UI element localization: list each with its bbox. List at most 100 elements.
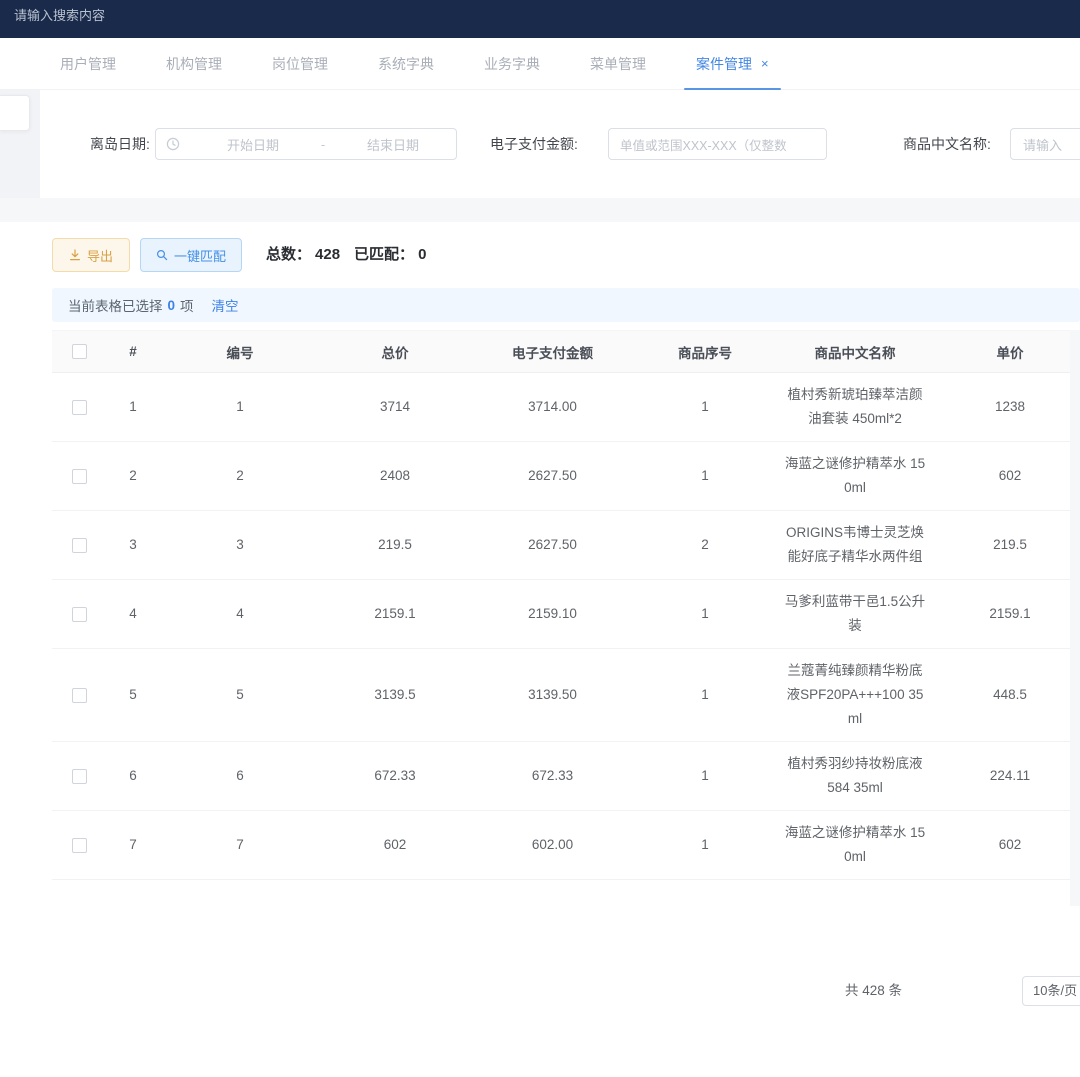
case-table: # 编号 总价 电子支付金额 商品序号 商品中文名称 单价 1 1 3714 3… [52,330,1080,906]
table-right-scroll-strip[interactable] [1070,330,1080,906]
cell-epay-amount: 2627.50 [470,511,635,580]
cell-epay-amount: 2627.50 [470,442,635,511]
cell-code: 7 [160,811,320,880]
end-date-placeholder[interactable]: 结束日期 [330,135,456,154]
tab-bar: 用户管理 机构管理 岗位管理 系统字典 业务字典 菜单管理 案件管理 × [0,38,1080,90]
cell-product-seq: 1 [635,442,775,511]
tab-org-management[interactable]: 机构管理 [166,38,222,90]
cell-epay-amount: 672.33 [470,742,635,811]
clear-selection-link[interactable]: 清空 [212,295,239,315]
cell-product-seq: 1 [635,649,775,742]
col-product-seq: 商品序号 [635,331,775,373]
row-checkbox[interactable] [72,400,87,415]
cell-product-name: 海蓝之谜修护精萃水 150ml [775,442,935,511]
start-date-placeholder[interactable]: 开始日期 [190,135,316,154]
cell-product-name: ORIGINS韦博士灵芝焕能好底子精华水两件组 [775,511,935,580]
col-index: # [106,331,160,373]
cell-product-name: 兰蔻菁纯臻颜精华粉底液SPF20PA+++100 35ml [775,649,935,742]
collapsed-side-panel[interactable] [0,95,30,131]
product-name-filter-label: 商品中文名称: [903,128,991,160]
cell-index: 4 [106,580,160,649]
row-checkbox[interactable] [72,769,87,784]
col-product-name: 商品中文名称 [775,331,935,373]
global-search-input[interactable]: 请输入搜索内容 [14,5,105,24]
table-row: 3 3 219.5 2627.50 2 ORIGINS韦博士灵芝焕能好底子精华水… [52,511,1080,580]
date-range-separator: - [316,137,330,152]
export-button[interactable]: 导出 [52,238,130,272]
cell-index: 6 [106,742,160,811]
cell-code: 8 [160,880,320,907]
tab-menu-management[interactable]: 菜单管理 [590,38,646,90]
section-divider [0,198,1080,222]
cell-unit-price: 448.5 [935,649,1080,742]
cell-unit-price: 1238 [935,373,1080,442]
cell-product-seq: 1 [635,580,775,649]
download-icon [69,249,81,261]
date-filter-label: 离岛日期: [90,128,150,160]
clock-icon [156,137,190,151]
date-range-input[interactable]: 开始日期 - 结束日期 [155,128,457,160]
product-name-input[interactable]: 请输入 [1010,128,1080,160]
table-row: 1 1 3714 3714.00 1 植村秀新琥珀臻萃洁颜油套装 450ml*2… [52,373,1080,442]
cell-product-seq: 1 [635,880,775,907]
match-button-label: 一键匹配 [174,246,226,265]
total-label: 总数： [266,246,311,263]
tab-business-dict[interactable]: 业务字典 [484,38,540,90]
table-row: 5 5 3139.5 3139.50 1 兰蔻菁纯臻颜精华粉底液SPF20PA+… [52,649,1080,742]
tab-system-dict[interactable]: 系统字典 [378,38,434,90]
col-epay-amount: 电子支付金额 [470,331,635,373]
close-icon[interactable]: × [761,56,769,71]
tab-case-management[interactable]: 案件管理 × [696,38,769,90]
cell-code: 6 [160,742,320,811]
col-unit-price: 单价 [935,331,1080,373]
table-row: 8 8 1523.48 1523.48 1 卡诗菁纯亮泽经典香氛 456.66 [52,880,1080,907]
cell-code: 4 [160,580,320,649]
cell-product-seq: 1 [635,811,775,880]
cell-unit-price: 2159.1 [935,580,1080,649]
cell-total-price: 3714 [320,373,470,442]
cell-product-name: 卡诗菁纯亮泽经典香氛 [775,880,935,907]
cell-product-name: 植村秀羽纱持妆粉底液 584 35ml [775,742,935,811]
page-size-select[interactable]: 10条/页 [1022,976,1080,1006]
cell-product-seq: 2 [635,511,775,580]
cell-epay-amount: 3714.00 [470,373,635,442]
export-button-label: 导出 [87,246,113,265]
row-checkbox[interactable] [72,538,87,553]
row-checkbox[interactable] [72,469,87,484]
cell-code: 3 [160,511,320,580]
cell-index: 1 [106,373,160,442]
cell-index: 8 [106,880,160,907]
cell-total-price: 672.33 [320,742,470,811]
payment-filter-label: 电子支付金额: [490,128,578,160]
tab-post-management[interactable]: 岗位管理 [272,38,328,90]
cell-index: 3 [106,511,160,580]
payment-amount-input[interactable]: 单值或范围XXX-XXX（仅整数 [608,128,827,160]
pagination-total: 共 428 条 [845,976,902,1006]
cell-code: 5 [160,649,320,742]
cell-total-price: 3139.5 [320,649,470,742]
count-summary: 总数：428已匹配：0 [266,238,440,272]
cell-index: 2 [106,442,160,511]
row-checkbox[interactable] [72,607,87,622]
cell-product-seq: 1 [635,742,775,811]
table-row: 6 6 672.33 672.33 1 植村秀羽纱持妆粉底液 584 35ml … [52,742,1080,811]
row-checkbox[interactable] [72,838,87,853]
cell-product-name: 植村秀新琥珀臻萃洁颜油套装 450ml*2 [775,373,935,442]
tab-user-management[interactable]: 用户管理 [60,38,116,90]
select-all-checkbox[interactable] [72,344,87,359]
cell-unit-price: 602 [935,811,1080,880]
cell-total-price: 1523.48 [320,880,470,907]
cell-unit-price: 219.5 [935,511,1080,580]
cell-total-price: 2408 [320,442,470,511]
cell-unit-price: 456.66 [935,880,1080,907]
cell-product-name: 海蓝之谜修护精萃水 150ml [775,811,935,880]
one-click-match-button[interactable]: 一键匹配 [140,238,242,272]
cell-epay-amount: 3139.50 [470,649,635,742]
top-navbar: 请输入搜索内容 [0,0,1080,38]
cell-index: 7 [106,811,160,880]
row-checkbox[interactable] [72,688,87,703]
cell-total-price: 602 [320,811,470,880]
col-total-price: 总价 [320,331,470,373]
cell-code: 2 [160,442,320,511]
table-header-row: # 编号 总价 电子支付金额 商品序号 商品中文名称 单价 [52,331,1080,373]
